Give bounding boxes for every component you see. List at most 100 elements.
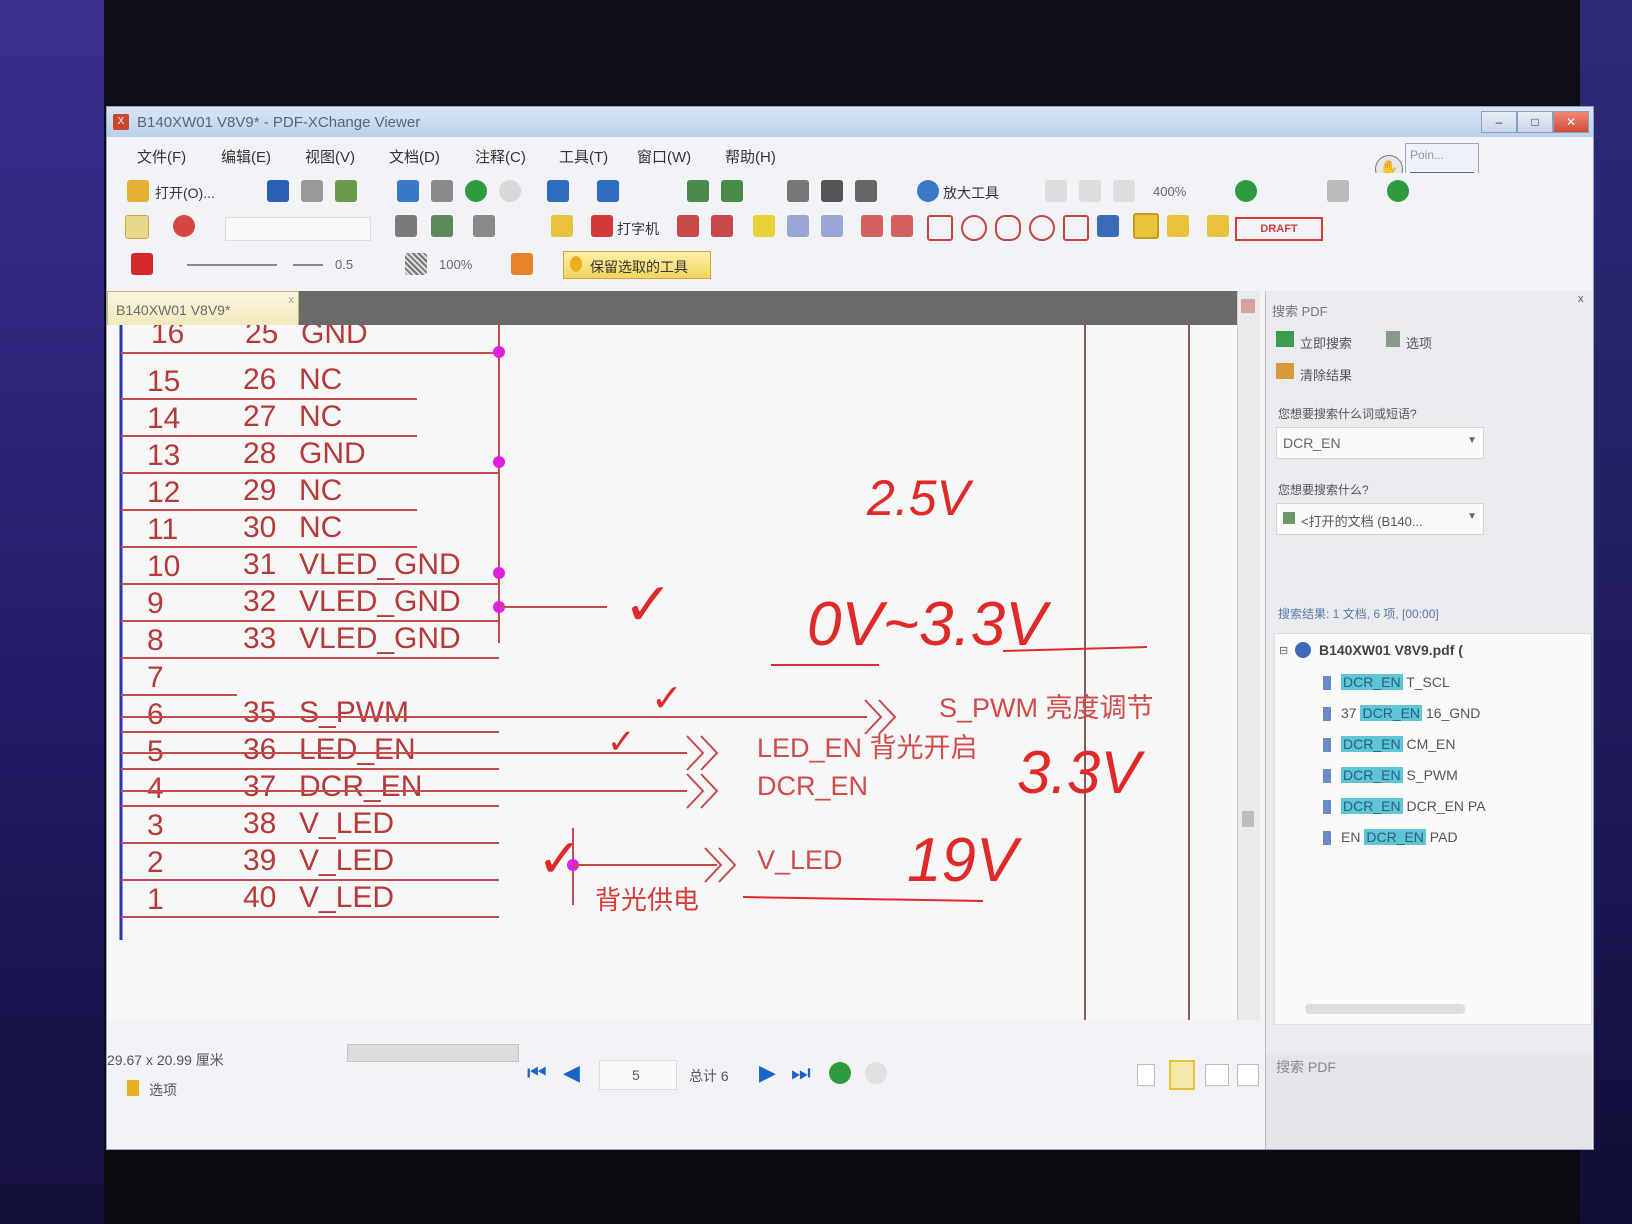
close-button[interactable]: ✕: [1553, 111, 1589, 133]
actual-size-icon[interactable]: [1113, 180, 1135, 202]
fill-color-icon[interactable]: [511, 253, 533, 275]
note-icon[interactable]: [551, 215, 573, 237]
panel-close-icon[interactable]: x: [1578, 293, 1584, 305]
single-page-icon[interactable]: [1137, 1064, 1155, 1086]
menu-window[interactable]: 窗口(W): [637, 146, 691, 167]
next-page-icon[interactable]: ▶: [759, 1060, 776, 1086]
eraser-icon[interactable]: [1167, 215, 1189, 237]
draft-stamp-button[interactable]: DRAFT: [1235, 217, 1323, 241]
scroll-thumb[interactable]: [1242, 811, 1254, 827]
pencil-icon[interactable]: [1133, 213, 1159, 239]
page-fit-icon[interactable]: [1045, 180, 1067, 202]
highlight-text-icon[interactable]: [753, 215, 775, 237]
menu-document[interactable]: 文档(D): [389, 146, 440, 167]
save-icon[interactable]: [267, 180, 289, 202]
color-swatch-icon[interactable]: [131, 253, 153, 275]
magnifier-icon[interactable]: [917, 180, 939, 202]
rotate-left-icon[interactable]: [687, 180, 709, 202]
vertical-scrollbar[interactable]: [1237, 291, 1260, 1020]
snapshot-icon[interactable]: [855, 180, 877, 202]
continuous-facing-icon[interactable]: [1237, 1064, 1259, 1086]
line-icon[interactable]: [891, 215, 913, 237]
rectangle-icon[interactable]: [927, 215, 953, 241]
search-result-item[interactable]: DCR_EN DCR_EN PA: [1323, 798, 1486, 815]
facing-page-icon[interactable]: [1205, 1064, 1229, 1086]
search-now-button[interactable]: 立即搜索: [1300, 333, 1352, 352]
gear-icon[interactable]: [1327, 180, 1349, 202]
search-result-item[interactable]: DCR_EN S_PWM: [1323, 767, 1458, 784]
options-button[interactable]: 选项: [149, 1080, 177, 1100]
open-folder-icon[interactable]: [127, 180, 149, 202]
keep-tool-button[interactable]: 保留选取的工具: [563, 251, 711, 279]
maximize-button[interactable]: □: [1517, 111, 1553, 133]
zoom-tool-button[interactable]: 放大工具: [943, 183, 999, 203]
print-icon[interactable]: [301, 180, 323, 202]
hand-select-icon[interactable]: [125, 215, 149, 239]
search-result-item[interactable]: DCR_EN CM_EN: [1323, 736, 1455, 753]
search-input[interactable]: [225, 217, 371, 241]
horizontal-scrollbar[interactable]: [347, 1044, 519, 1062]
find-icon[interactable]: [395, 215, 417, 237]
search-scope-select[interactable]: <打开的文档 (B140... ▼: [1276, 503, 1484, 535]
search-options-button[interactable]: 选项: [1406, 333, 1432, 352]
go-back-icon[interactable]: [829, 1062, 851, 1084]
cloud-icon[interactable]: [995, 215, 1021, 241]
link-icon[interactable]: [173, 215, 195, 237]
last-page-icon[interactable]: ⏭: [791, 1060, 811, 1086]
document-canvas[interactable]: 15 26 NC 14 27 NC 13 28 GND 12 29 NC 11 30 NC 10 31 VLED_…: [107, 325, 1247, 1020]
go-forward-icon[interactable]: [865, 1062, 887, 1084]
previous-page-icon[interactable]: ◀: [563, 1060, 580, 1086]
continuous-page-icon[interactable]: [1169, 1060, 1195, 1090]
open-button[interactable]: 打开(O)...: [155, 183, 215, 203]
shield-icon[interactable]: [787, 180, 809, 202]
select-text-icon[interactable]: [821, 180, 843, 202]
scan-icon[interactable]: [397, 180, 419, 202]
page-width-icon[interactable]: [1079, 180, 1101, 202]
oval-icon[interactable]: [961, 215, 987, 241]
menu-comment[interactable]: 注释(C): [475, 146, 526, 167]
polygon-icon[interactable]: [1029, 215, 1055, 241]
line-width-value[interactable]: 0.5: [335, 257, 353, 272]
menu-view[interactable]: 视图(V): [305, 146, 355, 167]
callout-icon[interactable]: [711, 215, 733, 237]
textbox-icon[interactable]: [677, 215, 699, 237]
arrow-icon[interactable]: [861, 215, 883, 237]
collapse-icon[interactable]: ⊟: [1279, 644, 1288, 657]
filter-icon[interactable]: [473, 215, 495, 237]
undo-icon[interactable]: [547, 180, 569, 202]
properties-icon[interactable]: [431, 180, 453, 202]
results-file[interactable]: B140XW01 V8V9.pdf (: [1319, 642, 1463, 658]
menu-edit[interactable]: 编辑(E): [221, 146, 271, 167]
update-icon[interactable]: [1387, 180, 1409, 202]
search-result-item[interactable]: DCR_EN T_SCL: [1323, 674, 1450, 691]
menu-help[interactable]: 帮助(H): [725, 146, 776, 167]
tab-close-icon[interactable]: x: [289, 294, 295, 306]
underline-icon[interactable]: [821, 215, 843, 237]
tab-search-pdf[interactable]: 搜索 PDF: [1276, 1057, 1336, 1077]
search-query-field[interactable]: DCR_EN ▼: [1276, 427, 1484, 459]
typewriter-icon[interactable]: [591, 215, 613, 237]
strikeout-icon[interactable]: [787, 215, 809, 237]
email-icon[interactable]: [335, 180, 357, 202]
typewriter-button[interactable]: 打字机: [617, 219, 659, 239]
find-next-icon[interactable]: [431, 215, 453, 237]
search-result-item[interactable]: EN DCR_EN PAD: [1323, 829, 1458, 846]
stamp-icon[interactable]: [1207, 215, 1229, 237]
clear-results-button[interactable]: 清除结果: [1300, 365, 1352, 384]
polyline-icon[interactable]: [1063, 215, 1089, 241]
search-result-item[interactable]: 37 DCR_EN 16_GND: [1323, 705, 1480, 722]
page-number-input[interactable]: 5: [599, 1060, 677, 1090]
first-page-icon[interactable]: ⏮: [527, 1060, 547, 1086]
forward-circle-icon[interactable]: [499, 180, 521, 202]
menu-file[interactable]: 文件(F): [137, 146, 186, 167]
horizontal-scrollbar[interactable]: [1305, 1004, 1465, 1014]
rotate-right-icon[interactable]: [721, 180, 743, 202]
opacity-value[interactable]: 100%: [439, 257, 472, 272]
zoom-level[interactable]: 400%: [1153, 184, 1186, 199]
redo-icon[interactable]: [597, 180, 619, 202]
minimize-button[interactable]: –: [1481, 111, 1517, 133]
line-style-icon[interactable]: [187, 264, 277, 266]
tab-document[interactable]: B140XW01 V8V9* x: [107, 291, 299, 328]
scroll-up-icon[interactable]: [1241, 299, 1255, 313]
zoom-in-icon[interactable]: [1235, 180, 1257, 202]
